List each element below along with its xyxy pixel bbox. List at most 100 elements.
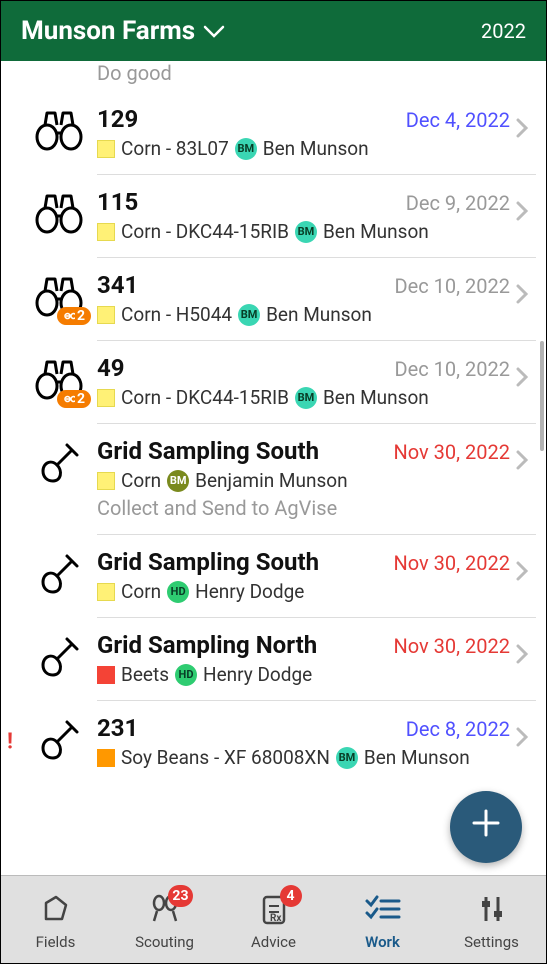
list-item[interactable]: Grid Sampling SouthNov 30, 2022CornBMBen… xyxy=(1,423,546,534)
tab-label: Advice xyxy=(251,933,296,951)
tab-fields[interactable]: Fields xyxy=(1,876,110,963)
chevron-down-icon xyxy=(203,16,225,46)
list-item-content: Grid Sampling NorthNov 30, 2022BeetsHDHe… xyxy=(97,631,510,686)
farm-name: Munson Farms xyxy=(21,16,195,46)
advice-badge: 4 xyxy=(280,885,302,907)
list-item[interactable]: Grid Sampling NorthNov 30, 2022BeetsHDHe… xyxy=(1,617,546,700)
person-name: Benjamin Munson xyxy=(195,469,347,492)
shovel-icon xyxy=(21,437,97,487)
fields-icon xyxy=(36,889,76,929)
previous-item-note: Do good xyxy=(1,61,546,91)
person-avatar: HD xyxy=(175,664,197,686)
binoculars-icon xyxy=(21,105,97,153)
item-title: 115 xyxy=(97,188,138,216)
list-item-content: 341 Dec 10, 2022 Corn - H5044 BM Ben Munson xyxy=(97,271,510,326)
shovel-icon xyxy=(21,714,97,764)
item-title: 129 xyxy=(97,105,138,133)
person-avatar: HD xyxy=(167,581,189,603)
chevron-right-icon xyxy=(510,631,534,665)
person-avatar: BM xyxy=(295,387,317,409)
chevron-right-icon xyxy=(510,714,534,748)
farm-selector[interactable]: Munson Farms xyxy=(21,16,225,46)
tab-work[interactable]: Work xyxy=(328,876,437,963)
crop-label: Beets xyxy=(121,663,169,686)
app-header: Munson Farms 2022 xyxy=(1,1,546,61)
work-list: Do good 129Dec 4, 2022Corn - 83L07BMBen … xyxy=(1,61,546,875)
item-date: Nov 30, 2022 xyxy=(393,551,510,575)
list-item[interactable]: 115 Dec 9, 2022 Corn - DKC44-15RIB BM Ben Mu… xyxy=(1,174,546,257)
tab-label: Fields xyxy=(36,933,76,951)
person-name: Henry Dodge xyxy=(195,580,304,603)
person-avatar: BM xyxy=(235,138,257,160)
person-name: Ben Munson xyxy=(364,746,470,769)
chevron-right-icon xyxy=(510,437,534,471)
person-avatar: BM xyxy=(336,747,358,769)
scrollbar[interactable] xyxy=(540,341,544,451)
list-item[interactable]: 249Dec 10, 2022Corn - DKC44-15RIBBMBen M… xyxy=(1,340,546,423)
crop-swatch xyxy=(97,666,115,684)
list-item[interactable]: Grid Sampling South Nov 30, 2022 Corn HD Hen… xyxy=(1,534,546,617)
list-item-content: 49Dec 10, 2022Corn - DKC44-15RIBBMBen Mu… xyxy=(97,354,510,409)
item-note: Collect and Send to AgVise xyxy=(97,496,510,520)
tab-scouting[interactable]: 23 Scouting xyxy=(110,876,219,963)
chevron-right-icon xyxy=(510,548,534,582)
crop-label: Corn - 83L07 xyxy=(121,137,229,160)
item-date: Nov 30, 2022 xyxy=(393,634,510,658)
crop-swatch xyxy=(97,223,115,241)
list-item[interactable]: 129Dec 4, 2022Corn - 83L07BMBen Munson xyxy=(1,91,546,174)
person-avatar: BM xyxy=(295,221,317,243)
binoculars-icon: 2 xyxy=(21,354,97,402)
item-date: Dec 8, 2022 xyxy=(406,717,510,741)
crop-label: Corn - H5044 xyxy=(121,303,232,326)
scouting-icon: 23 xyxy=(145,889,185,929)
add-button[interactable] xyxy=(450,791,522,863)
crop-swatch xyxy=(97,472,115,490)
advice-icon: Rx 4 xyxy=(254,889,294,929)
person-avatar: BM xyxy=(238,304,260,326)
list-item-content: Grid Sampling SouthNov 30, 2022CornBMBen… xyxy=(97,437,510,520)
list-item[interactable]: !231Dec 8, 2022Soy Beans - XF 68008XNBMB… xyxy=(1,700,546,783)
link-badge: 2 xyxy=(57,307,91,325)
item-title: 341 xyxy=(97,271,138,299)
crop-label: Corn - DKC44-15RIB xyxy=(121,220,289,243)
crop-label: Soy Beans - XF 68008XN xyxy=(121,746,330,769)
item-date: Dec 9, 2022 xyxy=(406,191,510,215)
crop-swatch xyxy=(97,749,115,767)
year-selector[interactable]: 2022 xyxy=(481,19,526,43)
shovel-icon xyxy=(21,631,97,681)
item-date: Dec 10, 2022 xyxy=(395,274,511,298)
person-name: Ben Munson xyxy=(263,137,369,160)
item-title: Grid Sampling South xyxy=(97,548,319,576)
tab-label: Scouting xyxy=(135,933,194,951)
settings-icon xyxy=(472,889,512,929)
item-title: 49 xyxy=(97,354,125,382)
crop-label: Corn xyxy=(121,580,161,603)
item-title: Grid Sampling North xyxy=(97,631,317,659)
list-item-content: 129Dec 4, 2022Corn - 83L07BMBen Munson xyxy=(97,105,510,160)
person-name: Ben Munson xyxy=(323,220,429,243)
tab-bar: Fields 23 Scouting Rx 4 Advice Work Sett… xyxy=(1,875,546,963)
binoculars-icon xyxy=(21,188,97,236)
tab-advice[interactable]: Rx 4 Advice xyxy=(219,876,328,963)
crop-swatch xyxy=(97,583,115,601)
item-date: Nov 30, 2022 xyxy=(393,440,510,464)
work-icon xyxy=(363,889,403,929)
tab-label: Work xyxy=(365,933,400,951)
binoculars-icon: 2 xyxy=(21,271,97,319)
person-avatar: BM xyxy=(167,470,189,492)
crop-label: Corn - DKC44-15RIB xyxy=(121,386,289,409)
svg-text:Rx: Rx xyxy=(270,913,282,924)
shovel-icon xyxy=(21,548,97,598)
chevron-right-icon xyxy=(510,105,534,139)
person-name: Ben Munson xyxy=(266,303,372,326)
list-item[interactable]: 2341Dec 10, 2022Corn - H5044BMBen Munson xyxy=(1,257,546,340)
chevron-right-icon xyxy=(510,188,534,222)
list-item-content: Grid Sampling South Nov 30, 2022 Corn HD Hen… xyxy=(97,548,510,603)
alert-icon: ! xyxy=(7,729,13,754)
tab-label: Settings xyxy=(464,933,519,951)
tab-settings[interactable]: Settings xyxy=(437,876,546,963)
crop-label: Corn xyxy=(121,469,161,492)
list-item-content: 115 Dec 9, 2022 Corn - DKC44-15RIB BM Ben Mu… xyxy=(97,188,510,243)
link-badge: 2 xyxy=(57,390,91,408)
item-date: Dec 10, 2022 xyxy=(395,357,511,381)
